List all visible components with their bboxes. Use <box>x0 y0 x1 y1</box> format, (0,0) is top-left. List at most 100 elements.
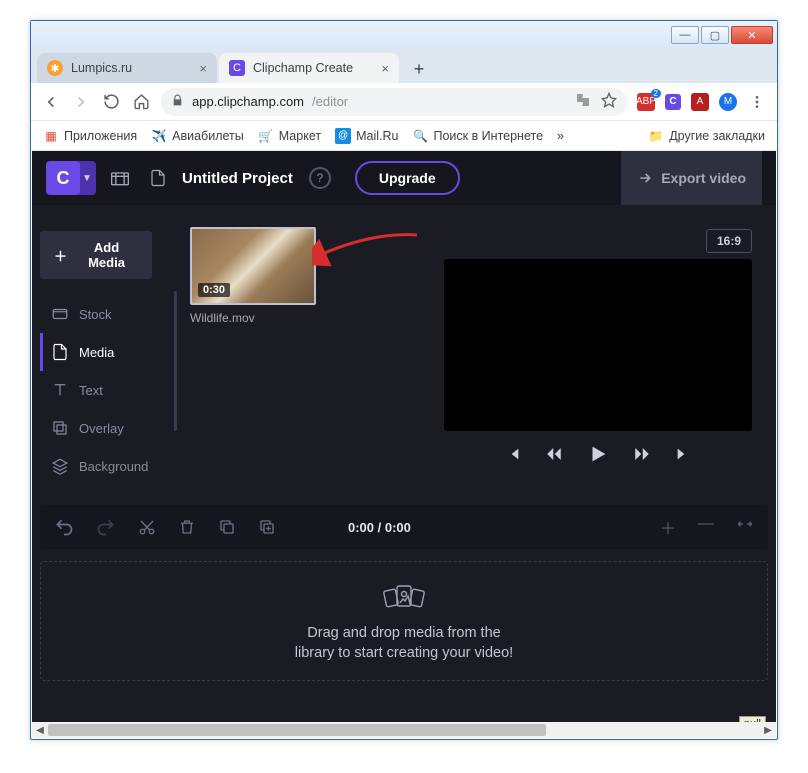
skip-end-icon[interactable] <box>675 446 691 462</box>
tab-title: Clipchamp Create <box>253 61 353 75</box>
rewind-icon[interactable] <box>545 445 563 463</box>
app-body: ＋ Add Media Stock Media Text <box>32 205 776 738</box>
add-media-button[interactable]: ＋ Add Media <box>40 231 152 279</box>
folder-icon: 📁 <box>648 128 664 144</box>
timeline-drop-area[interactable]: Drag and drop media from the library to … <box>40 561 768 681</box>
scroll-left-icon[interactable]: ◀ <box>32 722 48 738</box>
translate-icon[interactable] <box>575 92 591 111</box>
window-maximize-button[interactable]: ▢ <box>701 26 729 44</box>
delete-icon[interactable] <box>178 518 196 536</box>
url-input[interactable]: app.clipchamp.com/editor <box>161 88 627 116</box>
zoom-out-icon[interactable]: — <box>698 515 714 539</box>
bookmark-mail[interactable]: @ Mail.Ru <box>335 128 398 144</box>
layers-icon <box>51 457 69 475</box>
video-library-icon[interactable] <box>106 164 134 192</box>
overlay-icon <box>51 419 69 437</box>
reload-button[interactable] <box>101 92 121 112</box>
drop-hint-line2: library to start creating your video! <box>295 645 513 661</box>
duplicate-icon[interactable] <box>258 518 276 536</box>
thumbnail-duration: 0:30 <box>198 283 230 297</box>
scroll-thumb[interactable] <box>48 724 546 736</box>
stock-icon <box>51 305 69 323</box>
skip-start-icon[interactable] <box>505 446 521 462</box>
tab-clipchamp[interactable]: C Clipchamp Create × <box>219 53 399 83</box>
plus-icon: ＋ <box>54 246 67 265</box>
tab-lumpics[interactable]: ✱ Lumpics.ru × <box>37 53 217 83</box>
redo-icon[interactable] <box>96 517 116 537</box>
window-titlebar: — ▢ ✕ <box>31 21 777 49</box>
sidebar-item-media[interactable]: Media <box>40 333 170 371</box>
back-button[interactable] <box>41 92 61 112</box>
horizontal-scrollbar[interactable]: ◀ ▶ <box>32 722 776 738</box>
url-host: app.clipchamp.com <box>192 94 304 109</box>
browser-menu-icon[interactable] <box>747 92 767 112</box>
close-tab-icon[interactable]: × <box>381 61 389 76</box>
upgrade-button[interactable]: Upgrade <box>355 161 460 195</box>
home-button[interactable] <box>131 92 151 112</box>
app-topbar: C ▼ Untitled Project ? Upgrade Export vi… <box>32 151 776 205</box>
timeline-time: 0:00 / 0:00 <box>348 520 411 535</box>
sidebar-item-stock[interactable]: Stock <box>40 295 170 333</box>
app-logo[interactable]: C <box>46 161 80 195</box>
bookmark-search[interactable]: 🔍 Поиск в Интернете <box>412 128 543 144</box>
zoom-in-icon[interactable]: ＋ <box>660 515 676 539</box>
star-icon[interactable] <box>601 92 617 111</box>
bookmark-apps[interactable]: ▦ Приложения <box>43 128 137 144</box>
cart-icon: 🛒 <box>258 128 274 144</box>
bookmarks-bar: ▦ Приложения ✈️ Авиабилеты 🛒 Маркет @ Ma… <box>31 121 777 151</box>
mail-icon: @ <box>335 128 351 144</box>
forward-button[interactable] <box>71 92 91 112</box>
app-menu-caret[interactable]: ▼ <box>78 161 96 195</box>
ext-clipchamp-icon[interactable]: C <box>665 94 681 110</box>
copy-icon[interactable] <box>218 518 236 536</box>
fit-icon[interactable] <box>736 515 754 539</box>
file-icon <box>51 343 69 361</box>
ext-adblock-icon[interactable]: ABP <box>637 93 655 111</box>
sidebar: ＋ Add Media Stock Media Text <box>40 231 170 485</box>
lock-icon <box>171 94 184 110</box>
extensions-row: ABP C A M <box>637 92 767 112</box>
browser-window: — ▢ ✕ ✱ Lumpics.ru × C Clipchamp Create … <box>30 20 778 740</box>
search-icon: 🔍 <box>412 128 428 144</box>
drop-hint-line1: Drag and drop media from the <box>307 625 500 641</box>
project-title[interactable]: Untitled Project <box>182 170 293 187</box>
scroll-right-icon[interactable]: ▶ <box>760 722 776 738</box>
preview-canvas[interactable] <box>444 259 752 431</box>
sidebar-scrollbar[interactable] <box>174 291 177 431</box>
close-tab-icon[interactable]: × <box>199 61 207 76</box>
playback-controls <box>444 443 752 465</box>
sidebar-item-background[interactable]: Background <box>40 447 170 485</box>
media-thumbnail[interactable]: 0:30 Wildlife.mov <box>190 227 316 325</box>
window-close-button[interactable]: ✕ <box>731 26 773 44</box>
window-minimize-button[interactable]: — <box>671 26 699 44</box>
new-tab-button[interactable]: + <box>405 55 433 83</box>
play-icon[interactable] <box>587 443 609 465</box>
file-icon[interactable] <box>144 164 172 192</box>
export-button[interactable]: Export video <box>621 151 762 205</box>
aspect-ratio-button[interactable]: 16:9 <box>706 229 752 253</box>
favicon-clipchamp: C <box>229 60 245 76</box>
apps-icon: ▦ <box>43 128 59 144</box>
bookmark-avia[interactable]: ✈️ Авиабилеты <box>151 128 244 144</box>
browser-tabs-row: ✱ Lumpics.ru × C Clipchamp Create × + <box>31 49 777 83</box>
bookmark-overflow[interactable]: » <box>557 129 564 143</box>
profile-avatar[interactable]: M <box>719 93 737 111</box>
bookmark-other[interactable]: 📁 Другие закладки <box>648 128 765 144</box>
sidebar-item-text[interactable]: Text <box>40 371 170 409</box>
clipchamp-app: C ▼ Untitled Project ? Upgrade Export vi… <box>32 151 776 738</box>
tab-title: Lumpics.ru <box>71 61 132 75</box>
bookmark-market[interactable]: 🛒 Маркет <box>258 128 321 144</box>
plane-icon: ✈️ <box>151 128 167 144</box>
cut-icon[interactable] <box>138 518 156 536</box>
sidebar-item-overlay[interactable]: Overlay <box>40 409 170 447</box>
undo-icon[interactable] <box>54 517 74 537</box>
fast-forward-icon[interactable] <box>633 445 651 463</box>
annotation-arrow <box>312 227 422 267</box>
thumbnail-image: 0:30 <box>190 227 316 305</box>
timeline-toolbar: 0:00 / 0:00 ＋ — <box>40 505 768 549</box>
url-path: /editor <box>312 94 348 109</box>
thumbnail-filename: Wildlife.mov <box>190 311 316 325</box>
ext-pdf-icon[interactable]: A <box>691 93 709 111</box>
help-icon[interactable]: ? <box>309 167 331 189</box>
scroll-track[interactable] <box>48 722 760 738</box>
